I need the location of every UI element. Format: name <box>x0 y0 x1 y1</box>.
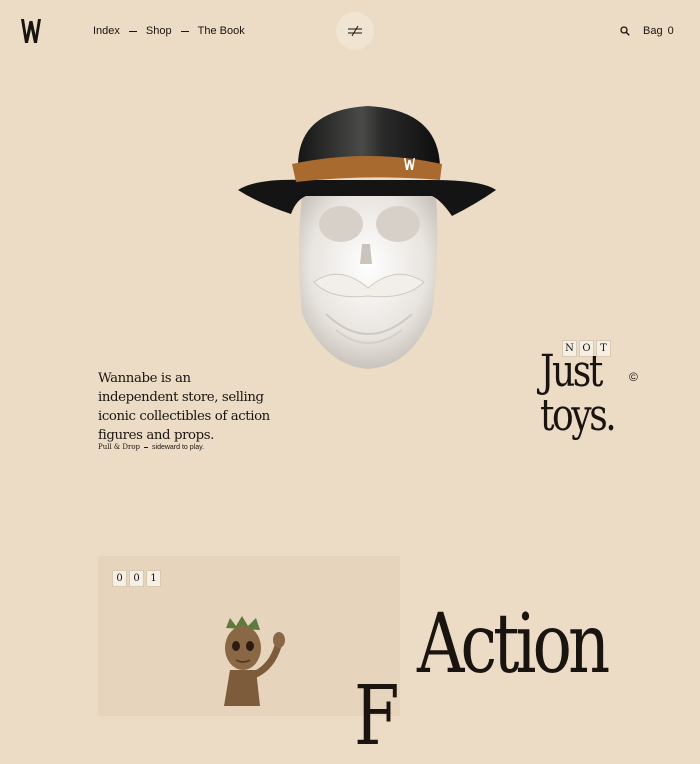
bag-button[interactable]: Bag 0 <box>643 25 674 37</box>
feature-title-line1: Action <box>417 597 610 692</box>
intro-text: Wannabe is an independent store, selling… <box>98 371 270 443</box>
index-tiles: 0 0 1 <box>112 570 161 587</box>
bag-label: Bag <box>643 25 663 37</box>
tagline-line1: Just <box>540 346 603 397</box>
tagline: N O T Just toys. © <box>540 340 650 460</box>
nav-divider <box>180 30 189 32</box>
nav-item-the-book[interactable]: The Book <box>198 25 245 37</box>
digit-tile: 1 <box>146 570 161 587</box>
interaction-hint: Pull & Drop sideward to play. <box>98 443 204 451</box>
wannabe-logo[interactable] <box>20 17 42 45</box>
menu-toggle-button[interactable] <box>336 12 374 50</box>
menu-toggle-icon <box>348 25 362 37</box>
search-icon[interactable] <box>620 26 630 36</box>
hint-dash <box>144 446 149 448</box>
hint-text: sideward to play. <box>152 443 205 451</box>
nav-divider <box>128 30 137 32</box>
digit-tile: 0 <box>129 570 144 587</box>
groot-figure-image <box>224 616 285 706</box>
nav-item-index[interactable]: Index <box>93 25 120 37</box>
bag-count: 0 <box>667 25 674 37</box>
hint-action: Pull & Drop <box>98 443 141 451</box>
digit-tile: 0 <box>112 570 127 587</box>
tagline-line2: toys. <box>540 390 617 441</box>
hero-skull-image[interactable] <box>236 104 498 372</box>
nav-item-shop[interactable]: Shop <box>146 25 172 37</box>
copyright-icon: © <box>629 370 638 384</box>
main-nav: Index Shop The Book <box>93 25 245 37</box>
feature-title-line2: F <box>354 669 400 764</box>
